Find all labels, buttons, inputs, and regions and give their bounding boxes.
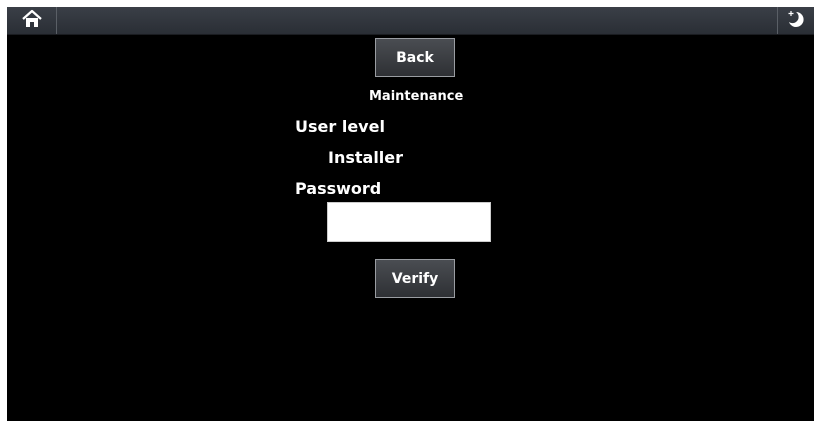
user-level-label: User level [295, 117, 385, 136]
home-button[interactable] [7, 7, 57, 34]
password-input[interactable] [327, 202, 491, 242]
top-bar [7, 7, 814, 35]
maintenance-screen: Back Maintenance User level Installer Pa… [7, 7, 814, 421]
user-level-value: Installer [328, 148, 404, 167]
verify-button[interactable]: Verify [375, 259, 455, 298]
password-label: Password [295, 179, 382, 198]
back-button[interactable]: Back [375, 38, 455, 77]
night-mode-icon [785, 9, 807, 33]
night-mode-button[interactable] [777, 7, 814, 34]
page-title: Maintenance [369, 89, 464, 104]
home-icon [21, 9, 43, 33]
